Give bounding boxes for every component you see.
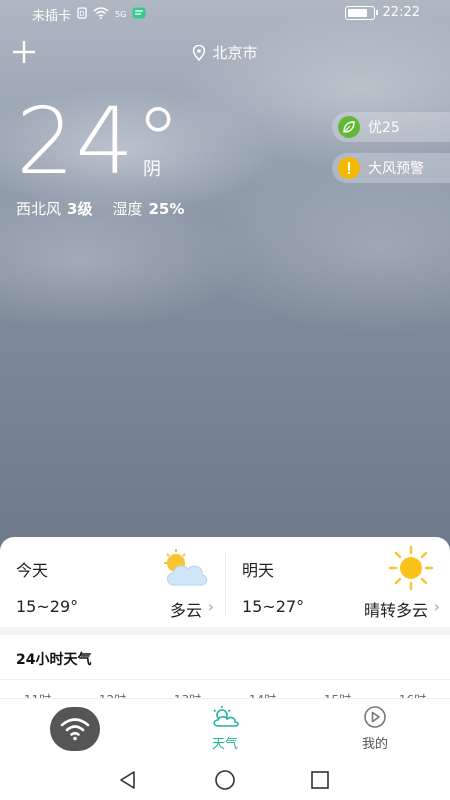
warning-text: 大风预警 xyxy=(368,161,424,177)
hourly-title: 24小时天气 xyxy=(16,652,92,668)
alert-icon xyxy=(338,157,360,179)
home-icon[interactable] xyxy=(214,769,236,791)
back-icon[interactable] xyxy=(118,770,138,790)
tab-mine[interactable]: 我的 xyxy=(335,705,415,752)
current-condition: 阴 xyxy=(143,159,161,180)
network-type: 5G xyxy=(115,10,127,19)
today-label: 今天 xyxy=(16,561,49,580)
wind-label: 西北风 xyxy=(16,200,62,218)
today-desc: 多云 xyxy=(169,601,202,620)
hourly-section: 24小时天气 11时 12时 13时 14时 15时 16时 xyxy=(0,635,450,705)
carrier-text: 未插卡 xyxy=(32,9,72,24)
aqi-text: 优25 xyxy=(368,120,400,136)
today-range: 15~29° xyxy=(16,597,79,616)
status-bar: 未插卡 D 5G 22:22 xyxy=(0,0,450,26)
wifi-icon xyxy=(60,718,90,741)
tomorrow-desc: 晴转多云 xyxy=(363,601,428,620)
partly-cloudy-icon xyxy=(160,547,210,593)
current-details: 西北风 3级 湿度 25% xyxy=(16,198,184,219)
chevron-right-icon: › xyxy=(207,597,214,616)
wind-value: 3级 xyxy=(67,200,93,218)
tomorrow-range: 15~27° xyxy=(242,597,305,616)
tomorrow-label: 明天 xyxy=(242,561,275,580)
wifi-float-button[interactable] xyxy=(50,707,100,751)
humidity-info: 湿度 25% xyxy=(112,198,184,219)
location-pin-icon xyxy=(193,44,206,61)
sky-background xyxy=(0,0,450,560)
tab-weather-label: 天气 xyxy=(211,737,238,752)
sim-icon: D xyxy=(77,6,87,23)
humidity-value: 25% xyxy=(148,200,185,218)
play-circle-icon xyxy=(364,706,386,728)
humidity-label: 湿度 xyxy=(112,200,143,218)
forecast-today[interactable]: 今天 15~29° 多云 › xyxy=(0,537,224,627)
clock: 22:22 xyxy=(382,5,420,20)
wind-info: 西北风 3级 xyxy=(16,198,92,219)
weather-tab-icon xyxy=(213,706,239,727)
forecast-card: 今天 15~29° 多云 › 明天 15~27° 晴转多云 › xyxy=(0,537,450,627)
city-name: 北京市 xyxy=(212,44,258,62)
forecast-tomorrow[interactable]: 明天 15~27° 晴转多云 › xyxy=(226,537,450,627)
hourly-divider xyxy=(0,679,450,680)
section-separator xyxy=(0,627,450,635)
sunny-icon xyxy=(388,545,434,595)
leaf-icon xyxy=(338,116,360,138)
tab-weather[interactable]: 天气 xyxy=(185,705,265,752)
chevron-right-icon: › xyxy=(433,597,440,616)
system-nav-bar xyxy=(0,758,450,800)
battery-icon xyxy=(344,5,378,20)
recent-apps-icon[interactable] xyxy=(311,771,329,789)
warning-badge[interactable]: 大风预警 xyxy=(332,153,450,183)
bottom-tab-bar: 天气 我的 xyxy=(0,698,450,759)
top-bar: 北京市 xyxy=(0,34,450,74)
app-notification-icon xyxy=(132,7,146,23)
tab-mine-label: 我的 xyxy=(361,737,388,752)
svg-text:D: D xyxy=(79,10,84,18)
location-selector[interactable]: 北京市 xyxy=(0,42,450,63)
wifi-status-icon xyxy=(93,6,109,23)
aqi-badge[interactable]: 优25 xyxy=(332,112,450,142)
